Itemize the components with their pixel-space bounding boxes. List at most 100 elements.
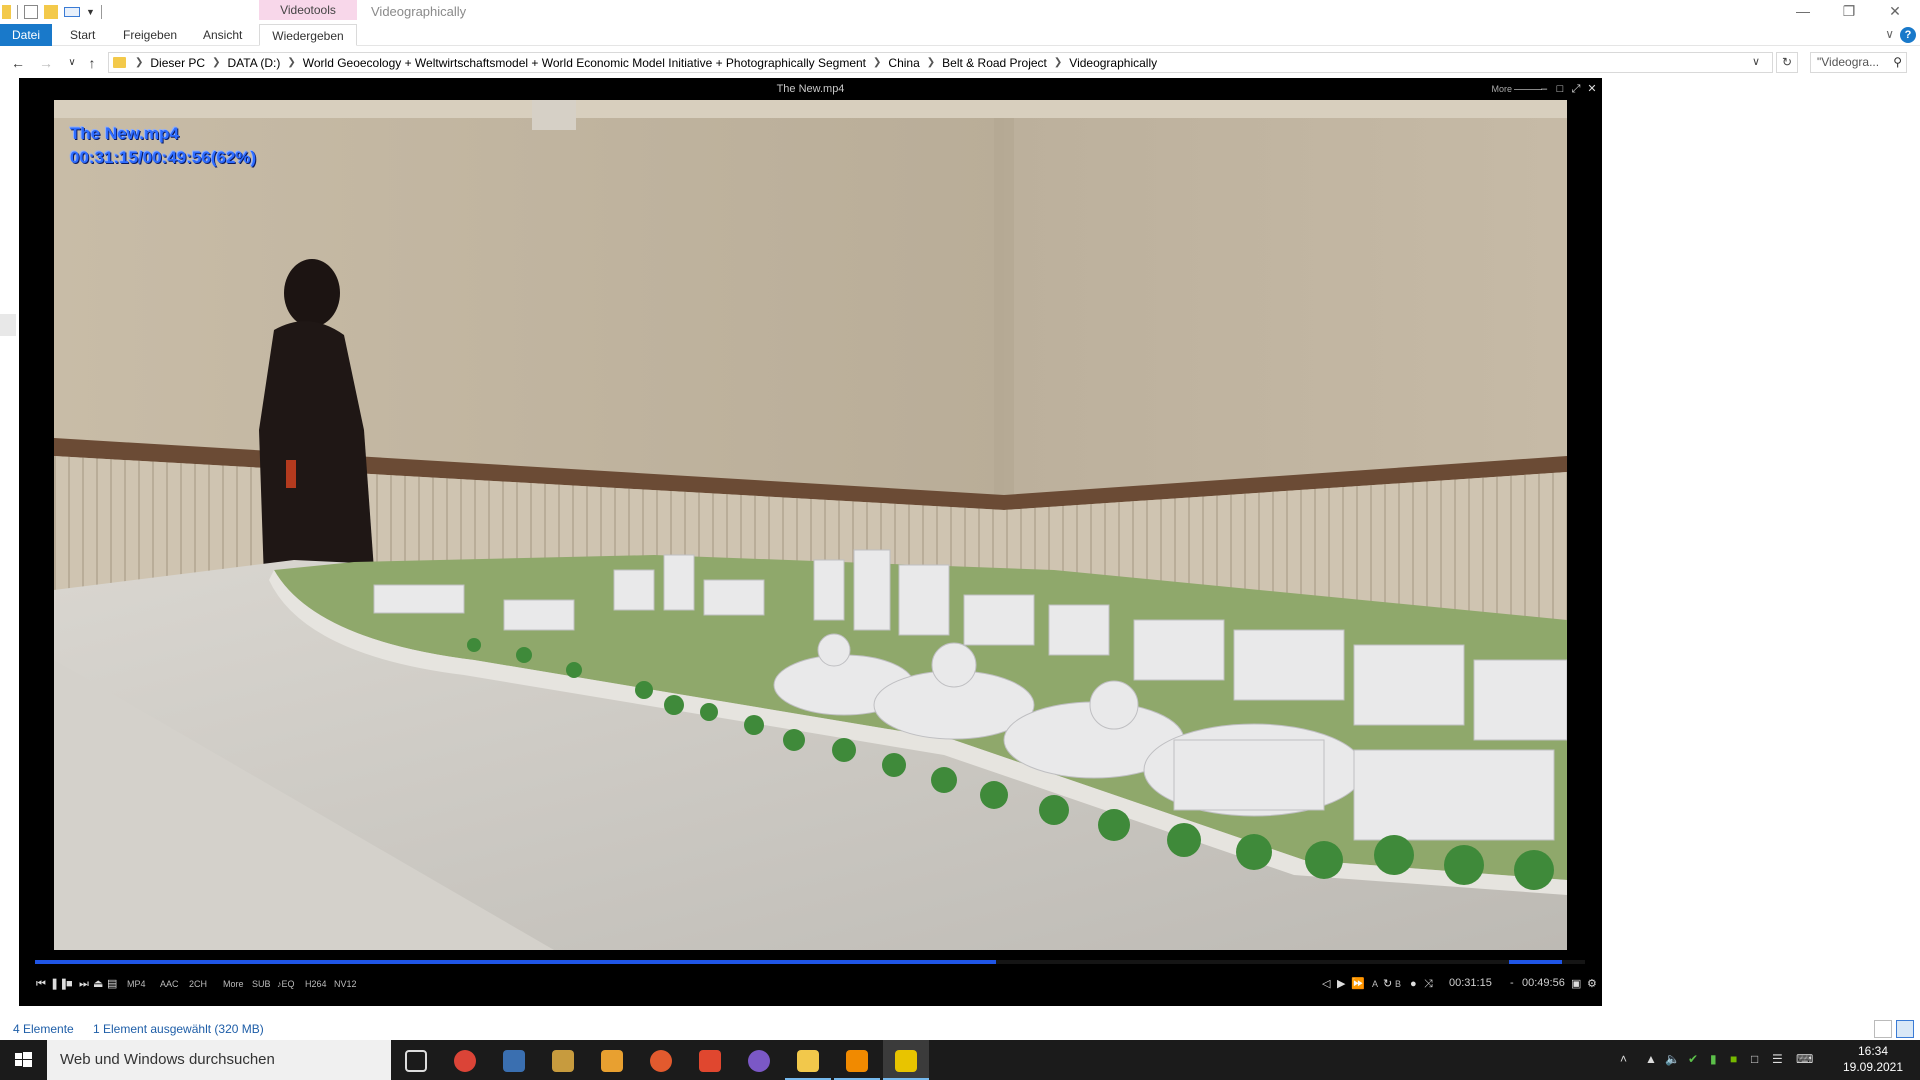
properties-icon[interactable] <box>24 5 38 19</box>
battery-icon[interactable]: ▮ <box>1710 1052 1717 1066</box>
total-time: 00:49:56 <box>1522 977 1565 989</box>
seek-bar[interactable] <box>35 960 1585 964</box>
tag-nv12[interactable]: NV12 <box>334 978 357 990</box>
nvidia-icon[interactable]: ■ <box>1730 1052 1737 1066</box>
taskbar-app-video-player[interactable] <box>883 1040 929 1080</box>
tag-sub[interactable]: SUB <box>252 978 271 990</box>
up-arrow-icon[interactable]: ↑ <box>82 53 102 73</box>
eject-icon[interactable]: ⏏ <box>93 978 103 990</box>
taskbar-app-pdf-viewer[interactable] <box>491 1040 537 1080</box>
keyboard-icon[interactable]: ⌨ <box>1796 1052 1813 1066</box>
shuffle-icon[interactable]: ⤨ <box>1424 978 1433 990</box>
play-icon[interactable]: ▶ <box>1337 978 1345 990</box>
player-close-icon[interactable]: ✕ <box>1586 82 1598 96</box>
taskbar-app-swift-app[interactable] <box>687 1040 733 1080</box>
player-fullscreen-icon[interactable]: ⤢ <box>1570 82 1582 96</box>
breadcrumb-world-geoecology[interactable]: World Geoecology + Weltwirtschaftsmodel … <box>299 56 870 70</box>
previous-icon[interactable]: ⏮ <box>36 978 46 990</box>
tab-wiedergeben[interactable]: Wiedergeben <box>259 24 357 46</box>
back-arrow-icon[interactable]: ← <box>8 53 28 73</box>
help-icon[interactable]: ? <box>1900 27 1916 43</box>
repeat-icon[interactable]: ↻ <box>1383 978 1392 990</box>
settings-gear-icon[interactable]: ⚙ <box>1587 978 1597 990</box>
notifications-icon[interactable]: ☰ <box>1772 1052 1783 1066</box>
taskbar-app-chrome[interactable] <box>442 1040 488 1080</box>
tag-more[interactable]: More <box>223 978 244 990</box>
expand-ribbon-icon[interactable]: ∨ <box>1885 27 1894 41</box>
refresh-icon[interactable]: ↻ <box>1776 52 1798 73</box>
tag-eq[interactable]: ♪EQ <box>277 978 295 990</box>
tiles-view-icon[interactable] <box>1896 1020 1914 1038</box>
close-button[interactable]: ✕ <box>1872 0 1918 24</box>
volume-icon[interactable]: 🔈 <box>1665 1052 1680 1066</box>
taskbar-app-chrome-alt[interactable] <box>638 1040 684 1080</box>
tab-start[interactable]: Start <box>60 24 105 46</box>
breadcrumb-belt-road-project[interactable]: Belt & Road Project <box>938 56 1051 70</box>
fast-forward-icon[interactable]: ⏩ <box>1351 978 1365 990</box>
time-separator: - <box>1510 977 1514 989</box>
taskbar: Web und Windows durchsuchen ˄ ▲ 🔈 ✔ ▮ ■ … <box>0 1040 1920 1080</box>
tag-mp4[interactable]: MP4 <box>127 978 146 990</box>
stop-icon[interactable]: ■ <box>66 978 73 990</box>
address-dropdown-icon[interactable]: ∨ <box>1752 55 1760 68</box>
tag-h264[interactable]: H264 <box>305 978 327 990</box>
address-bar[interactable]: ❯ Dieser PC ❯ DATA (D:) ❯ World Geoecolo… <box>108 52 1773 73</box>
breadcrumb-data-d[interactable]: DATA (D:) <box>223 56 284 70</box>
player-title: The New.mp4 <box>776 83 845 95</box>
playlist-icon[interactable]: ▤ <box>107 978 117 990</box>
qat-dropdown-icon[interactable]: ▼ <box>86 7 95 17</box>
image-tool-icon <box>552 1050 574 1072</box>
taskbar-app-file-explorer[interactable] <box>785 1040 831 1080</box>
restore-button[interactable]: ❐ <box>1826 0 1872 24</box>
video-frame[interactable]: The New.mp4 00:31:15/00:49:56(62%) <box>54 100 1567 950</box>
subtitle-icon[interactable]: ● <box>1410 978 1417 990</box>
media-app-icon <box>601 1050 623 1072</box>
video-player-window[interactable]: The New.mp4 More – □ ⤢ ✕ The New.mp4 00:… <box>19 78 1602 1006</box>
crumb-separator: ❯ <box>135 57 144 68</box>
breadcrumb-dieser-pc[interactable]: Dieser PC <box>146 56 209 70</box>
breadcrumb-china[interactable]: China <box>884 56 923 70</box>
network-icon[interactable]: ▲ <box>1645 1052 1657 1066</box>
taskbar-search-input[interactable]: Web und Windows durchsuchen <box>47 1040 391 1080</box>
task-view-icon <box>405 1050 427 1072</box>
tab-freigeben[interactable]: Freigeben <box>113 24 187 46</box>
action-center-icon[interactable]: □ <box>1751 1052 1758 1066</box>
crumb-separator: ❯ <box>1053 57 1063 68</box>
swift-app-icon <box>699 1050 721 1072</box>
tag-aac[interactable]: AAC <box>160 978 179 990</box>
frame-back-icon[interactable]: ◁ <box>1322 978 1330 990</box>
ab-repeat-icon[interactable]: A <box>1372 978 1378 990</box>
search-placeholder: "Videogra... <box>1817 55 1880 69</box>
details-view-icon[interactable] <box>1874 1020 1892 1038</box>
navigation-pane-edge <box>0 314 16 336</box>
new-folder-icon[interactable] <box>44 5 58 19</box>
recent-locations-icon[interactable]: ∨ <box>62 53 82 73</box>
taskbar-app-media-app[interactable] <box>589 1040 635 1080</box>
tab-datei[interactable]: Datei <box>0 24 52 46</box>
minimize-button[interactable]: — <box>1780 0 1826 24</box>
search-input[interactable]: "Videogra... ⚲ <box>1810 52 1907 73</box>
seek-bar-progress <box>35 960 996 964</box>
video-scene <box>54 100 1567 950</box>
player-maximize-icon[interactable]: □ <box>1554 82 1566 96</box>
b-point-icon[interactable]: B <box>1395 978 1401 990</box>
next-icon[interactable]: ⏭ <box>79 978 89 990</box>
taskbar-app-image-tool[interactable] <box>540 1040 586 1080</box>
taskbar-app-picasa[interactable] <box>736 1040 782 1080</box>
windows-start-icon[interactable] <box>0 1040 46 1080</box>
tag-2ch[interactable]: 2CH <box>189 978 207 990</box>
tab-ansicht[interactable]: Ansicht <box>193 24 252 46</box>
volume-bar[interactable] <box>1509 960 1562 964</box>
chrome-alt-icon <box>650 1050 672 1072</box>
taskbar-app-task-view[interactable] <box>393 1040 439 1080</box>
player-minimize-icon[interactable]: – <box>1538 82 1550 96</box>
taskbar-app-vlc[interactable] <box>834 1040 880 1080</box>
capture-icon[interactable]: ▣ <box>1571 978 1581 990</box>
breadcrumb-videographically[interactable]: Videographically <box>1065 56 1161 70</box>
rename-icon[interactable] <box>64 7 80 17</box>
security-check-icon[interactable]: ✔ <box>1688 1052 1698 1066</box>
taskbar-clock[interactable]: 16:34 19.09.2021 <box>1838 1043 1908 1075</box>
forward-arrow-icon[interactable]: → <box>36 53 56 73</box>
player-more-button[interactable]: More <box>1491 84 1512 94</box>
show-hidden-icons-icon[interactable]: ˄ <box>1620 1052 1627 1066</box>
